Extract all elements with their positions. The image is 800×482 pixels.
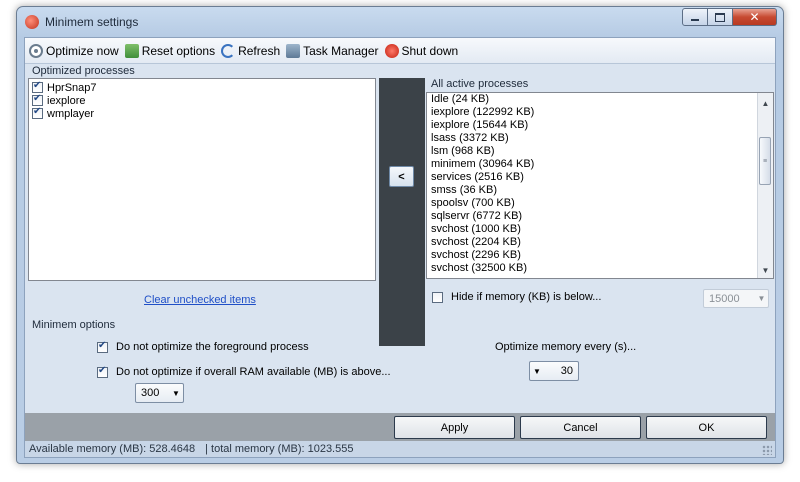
list-item[interactable]: lsass (3372 KB) [427,132,773,145]
list-item[interactable]: smss (36 KB) [427,184,773,197]
optimize-now-label: Optimize now [46,43,119,58]
optimize-every-spinner[interactable]: ▼ 30 [529,361,579,381]
title-bar[interactable]: Minimem settings ✕ [17,7,783,37]
shut-down-label: Shut down [401,43,459,58]
reset-options-label: Reset options [141,43,216,58]
cancel-button[interactable]: Cancel [520,416,641,439]
foreground-checkbox[interactable] [97,340,108,353]
ram-threshold-value: 300 [141,387,160,399]
item-label: wmplayer [47,107,95,120]
list-item[interactable]: iexplore [29,93,375,107]
list-item[interactable]: HprSnap7 [29,80,375,94]
hide-if-memory-label: Hide if memory (KB) is below... [451,291,602,303]
maximize-icon [715,12,725,22]
transfer-bar: < [379,78,425,346]
list-item[interactable]: iexplore (15644 KB) [427,119,773,132]
resize-grip-icon[interactable] [762,445,772,455]
ram-option-row[interactable]: Do not optimize if overall RAM available… [97,365,391,378]
list-item[interactable]: Idle (24 KB) [427,93,773,106]
clear-unchecked-link[interactable]: Clear unchecked items [144,294,256,306]
close-icon: ✕ [749,10,760,24]
optimize-every-label: Optimize memory every (s)... [495,341,637,353]
app-icon [25,15,39,29]
foreground-label: Do not optimize the foreground process [116,341,309,353]
list-item[interactable]: spoolsv (700 KB) [427,197,773,210]
hide-threshold-value: 15000 [709,292,740,305]
list-item[interactable]: svchost (1000 KB) [427,223,773,236]
chevron-down-icon: ▼ [172,388,180,398]
scroll-up-icon[interactable]: ▲ [758,95,773,111]
item-label: iexplore [47,94,86,107]
hide-threshold-combo[interactable]: 15000 ▼ [703,289,769,308]
list-item[interactable]: lsm (968 KB) [427,145,773,158]
task-manager-label: Task Manager [303,43,379,58]
hide-if-memory-row[interactable]: Hide if memory (KB) is below... [432,291,601,303]
minimem-options-label: Minimem options [32,319,116,331]
optimize-icon [29,43,43,58]
button-strip: Apply Cancel OK [25,413,775,441]
list-item[interactable]: sqlservr (6772 KB) [427,210,773,223]
chevron-down-icon: ▼ [757,294,766,303]
ram-threshold-combo[interactable]: 300 ▼ [135,383,184,403]
vertical-scrollbar[interactable]: ▲ ≡ ▼ [757,93,773,278]
reset-options-button[interactable]: Reset options [123,40,219,61]
list-item[interactable]: wmplayer [29,106,375,120]
optimized-processes-label: Optimized processes [32,65,135,77]
settings-window: Minimem settings ✕ Optimize now Reset op… [16,6,784,464]
list-item[interactable]: minimem (30964 KB) [427,158,773,171]
active-processes-list[interactable]: Idle (24 KB) iexplore (122992 KB) iexplore… [426,92,774,279]
ram-label: Do not optimize if overall RAM available… [116,366,391,378]
list-item[interactable]: svchost (32500 KB) [427,262,773,275]
move-to-optimized-button[interactable]: < [389,166,414,187]
optimize-every-value: 30 [560,365,573,377]
scroll-down-icon[interactable]: ▼ [758,262,773,278]
active-items: Idle (24 KB) iexplore (122992 KB) iexplore… [427,93,773,275]
refresh-button[interactable]: Refresh [219,40,284,61]
hide-if-memory-checkbox[interactable] [432,291,443,303]
list-item[interactable]: svchost (2204 KB) [427,236,773,249]
reset-icon [124,43,139,58]
active-processes-label: All active processes [431,78,529,90]
optimized-processes-list[interactable]: HprSnap7 iexplore wmplayer [28,78,376,281]
maximize-button[interactable] [708,8,733,26]
toolbar: Optimize now Reset options Refresh Task … [25,38,775,64]
ok-button[interactable]: OK [646,416,767,439]
task-manager-button[interactable]: Task Manager [284,40,382,61]
optimize-now-button[interactable]: Optimize now [27,40,123,61]
minimize-button[interactable] [682,8,708,26]
task-manager-icon [286,43,301,58]
shut-down-icon [384,43,399,58]
item-label: HprSnap7 [47,81,97,94]
caption-buttons: ✕ [682,8,777,26]
status-bar: Available memory (MB): 528.4648 | total … [25,441,775,457]
available-memory-text: Available memory (MB): 528.4648 [29,443,196,455]
apply-button[interactable]: Apply [394,416,515,439]
checkbox-hprsnap7[interactable] [32,80,43,93]
total-memory-text: | total memory (MB): 1023.555 [205,443,354,455]
list-item[interactable]: iexplore (122992 KB) [427,106,773,119]
foreground-option-row[interactable]: Do not optimize the foreground process [97,340,309,353]
checkbox-iexplore[interactable] [32,93,43,106]
chevron-down-icon[interactable]: ▼ [530,367,544,376]
refresh-icon [221,43,236,58]
shut-down-button[interactable]: Shut down [383,40,463,61]
ram-checkbox[interactable] [97,365,108,378]
minimize-icon [691,18,699,21]
close-button[interactable]: ✕ [733,8,777,26]
scroll-thumb[interactable]: ≡ [759,137,771,185]
refresh-label: Refresh [238,43,281,58]
window-title: Minimem settings [45,15,139,29]
list-item[interactable]: svchost (2296 KB) [427,249,773,262]
list-item[interactable]: services (2516 KB) [427,171,773,184]
checkbox-wmplayer[interactable] [32,106,43,119]
client-area: Optimize now Reset options Refresh Task … [24,37,776,458]
